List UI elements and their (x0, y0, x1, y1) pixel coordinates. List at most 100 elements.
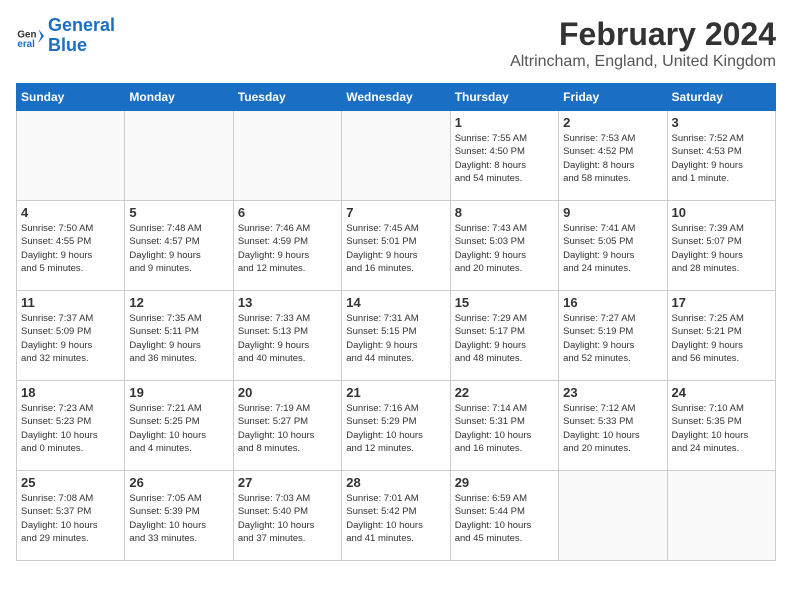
day-number: 25 (21, 475, 120, 490)
day-info: Sunrise: 7:23 AM Sunset: 5:23 PM Dayligh… (21, 402, 120, 455)
day-number: 19 (129, 385, 228, 400)
calendar-cell: 14 Sunrise: 7:31 AM Sunset: 5:15 PM Dayli… (342, 291, 450, 381)
day-info: Sunrise: 7:41 AM Sunset: 5:05 PM Dayligh… (563, 222, 662, 275)
calendar-cell (667, 471, 775, 561)
calendar-cell: 1Sunrise: 7:55 AM Sunset: 4:50 PM Daylig… (450, 111, 558, 201)
header-thursday: Thursday (450, 84, 558, 111)
day-number: 21 (346, 385, 445, 400)
day-number: 13 (238, 295, 337, 310)
day-info: Sunrise: 7:21 AM Sunset: 5:25 PM Dayligh… (129, 402, 228, 455)
day-info: Sunrise: 7:31 AM Sunset: 5:15 PM Dayligh… (346, 312, 445, 365)
logo-text-line1: General (48, 16, 115, 36)
day-number: 16 (563, 295, 662, 310)
day-number: 24 (672, 385, 771, 400)
page-header: Gen eral General Blue February 2024 Altr… (16, 16, 776, 71)
calendar-cell: 10 Sunrise: 7:39 AM Sunset: 5:07 PM Dayli… (667, 201, 775, 291)
day-info: Sunrise: 7:25 AM Sunset: 5:21 PM Dayligh… (672, 312, 771, 365)
day-info: Sunrise: 7:33 AM Sunset: 5:13 PM Dayligh… (238, 312, 337, 365)
calendar-cell: 8 Sunrise: 7:43 AM Sunset: 5:03 PM Daylig… (450, 201, 558, 291)
day-number: 22 (455, 385, 554, 400)
day-number: 14 (346, 295, 445, 310)
calendar-cell: 29 Sunrise: 6:59 AM Sunset: 5:44 PM Dayli… (450, 471, 558, 561)
calendar-cell (559, 471, 667, 561)
day-info: Sunrise: 7:46 AM Sunset: 4:59 PM Dayligh… (238, 222, 337, 275)
calendar-cell: 18 Sunrise: 7:23 AM Sunset: 5:23 PM Dayli… (17, 381, 125, 471)
day-info: Sunrise: 7:52 AM Sunset: 4:53 PM Dayligh… (672, 132, 771, 185)
day-info: Sunrise: 7:10 AM Sunset: 5:35 PM Dayligh… (672, 402, 771, 455)
calendar-cell: 9 Sunrise: 7:41 AM Sunset: 5:05 PM Daylig… (559, 201, 667, 291)
day-number: 9 (563, 205, 662, 220)
header-sunday: Sunday (17, 84, 125, 111)
calendar-cell: 4 Sunrise: 7:50 AM Sunset: 4:55 PM Daylig… (17, 201, 125, 291)
day-info: Sunrise: 7:43 AM Sunset: 5:03 PM Dayligh… (455, 222, 554, 275)
day-number: 28 (346, 475, 445, 490)
calendar-cell: 23 Sunrise: 7:12 AM Sunset: 5:33 PM Dayli… (559, 381, 667, 471)
calendar-cell: 12 Sunrise: 7:35 AM Sunset: 5:11 PM Dayli… (125, 291, 233, 381)
day-number: 3 (672, 115, 771, 130)
header-saturday: Saturday (667, 84, 775, 111)
title-block: February 2024 Altrincham, England, Unite… (510, 16, 776, 71)
calendar-cell: 24 Sunrise: 7:10 AM Sunset: 5:35 PM Dayli… (667, 381, 775, 471)
day-info: Sunrise: 7:29 AM Sunset: 5:17 PM Dayligh… (455, 312, 554, 365)
day-info: Sunrise: 7:12 AM Sunset: 5:33 PM Dayligh… (563, 402, 662, 455)
calendar-title: February 2024 (510, 16, 776, 53)
calendar-cell: 27 Sunrise: 7:03 AM Sunset: 5:40 PM Dayli… (233, 471, 341, 561)
calendar-cell: 2Sunrise: 7:53 AM Sunset: 4:52 PM Daylig… (559, 111, 667, 201)
day-number: 8 (455, 205, 554, 220)
day-number: 29 (455, 475, 554, 490)
day-info: Sunrise: 7:08 AM Sunset: 5:37 PM Dayligh… (21, 492, 120, 545)
logo-text-line2: Blue (48, 36, 115, 56)
day-number: 4 (21, 205, 120, 220)
day-number: 1 (455, 115, 554, 130)
day-info: Sunrise: 7:50 AM Sunset: 4:55 PM Dayligh… (21, 222, 120, 275)
day-info: Sunrise: 6:59 AM Sunset: 5:44 PM Dayligh… (455, 492, 554, 545)
week-row-2: 4 Sunrise: 7:50 AM Sunset: 4:55 PM Daylig… (17, 201, 776, 291)
day-info: Sunrise: 7:39 AM Sunset: 5:07 PM Dayligh… (672, 222, 771, 275)
day-info: Sunrise: 7:19 AM Sunset: 5:27 PM Dayligh… (238, 402, 337, 455)
calendar-cell: 17 Sunrise: 7:25 AM Sunset: 5:21 PM Dayli… (667, 291, 775, 381)
day-info: Sunrise: 7:35 AM Sunset: 5:11 PM Dayligh… (129, 312, 228, 365)
calendar-cell: 28 Sunrise: 7:01 AM Sunset: 5:42 PM Dayli… (342, 471, 450, 561)
day-info: Sunrise: 7:03 AM Sunset: 5:40 PM Dayligh… (238, 492, 337, 545)
day-info: Sunrise: 7:45 AM Sunset: 5:01 PM Dayligh… (346, 222, 445, 275)
svg-text:eral: eral (17, 39, 35, 50)
calendar-cell: 21Sunrise: 7:16 AM Sunset: 5:29 PM Dayli… (342, 381, 450, 471)
week-row-5: 25 Sunrise: 7:08 AM Sunset: 5:37 PM Dayli… (17, 471, 776, 561)
week-row-1: 1Sunrise: 7:55 AM Sunset: 4:50 PM Daylig… (17, 111, 776, 201)
day-info: Sunrise: 7:01 AM Sunset: 5:42 PM Dayligh… (346, 492, 445, 545)
calendar-cell: 15Sunrise: 7:29 AM Sunset: 5:17 PM Dayli… (450, 291, 558, 381)
day-info: Sunrise: 7:05 AM Sunset: 5:39 PM Dayligh… (129, 492, 228, 545)
day-number: 5 (129, 205, 228, 220)
day-number: 18 (21, 385, 120, 400)
day-number: 20 (238, 385, 337, 400)
calendar-cell (17, 111, 125, 201)
day-info: Sunrise: 7:37 AM Sunset: 5:09 PM Dayligh… (21, 312, 120, 365)
calendar-table: SundayMondayTuesdayWednesdayThursdayFrid… (16, 83, 776, 561)
day-number: 12 (129, 295, 228, 310)
calendar-cell (125, 111, 233, 201)
logo-icon: Gen eral (16, 22, 44, 50)
logo: Gen eral General Blue (16, 16, 115, 56)
week-row-4: 18 Sunrise: 7:23 AM Sunset: 5:23 PM Dayli… (17, 381, 776, 471)
calendar-cell: 7 Sunrise: 7:45 AM Sunset: 5:01 PM Daylig… (342, 201, 450, 291)
header-monday: Monday (125, 84, 233, 111)
calendar-cell: 25 Sunrise: 7:08 AM Sunset: 5:37 PM Dayli… (17, 471, 125, 561)
header-tuesday: Tuesday (233, 84, 341, 111)
calendar-cell: 5Sunrise: 7:48 AM Sunset: 4:57 PM Daylig… (125, 201, 233, 291)
day-info: Sunrise: 7:14 AM Sunset: 5:31 PM Dayligh… (455, 402, 554, 455)
day-number: 27 (238, 475, 337, 490)
calendar-cell: 22 Sunrise: 7:14 AM Sunset: 5:31 PM Dayli… (450, 381, 558, 471)
calendar-cell (342, 111, 450, 201)
day-number: 7 (346, 205, 445, 220)
day-number: 10 (672, 205, 771, 220)
header-friday: Friday (559, 84, 667, 111)
day-info: Sunrise: 7:27 AM Sunset: 5:19 PM Dayligh… (563, 312, 662, 365)
day-number: 17 (672, 295, 771, 310)
calendar-cell: 3 Sunrise: 7:52 AM Sunset: 4:53 PM Daylig… (667, 111, 775, 201)
calendar-cell: 19 Sunrise: 7:21 AM Sunset: 5:25 PM Dayli… (125, 381, 233, 471)
calendar-header-row: SundayMondayTuesdayWednesdayThursdayFrid… (17, 84, 776, 111)
calendar-cell (233, 111, 341, 201)
day-number: 23 (563, 385, 662, 400)
calendar-cell: 6Sunrise: 7:46 AM Sunset: 4:59 PM Daylig… (233, 201, 341, 291)
calendar-cell: 20 Sunrise: 7:19 AM Sunset: 5:27 PM Dayli… (233, 381, 341, 471)
